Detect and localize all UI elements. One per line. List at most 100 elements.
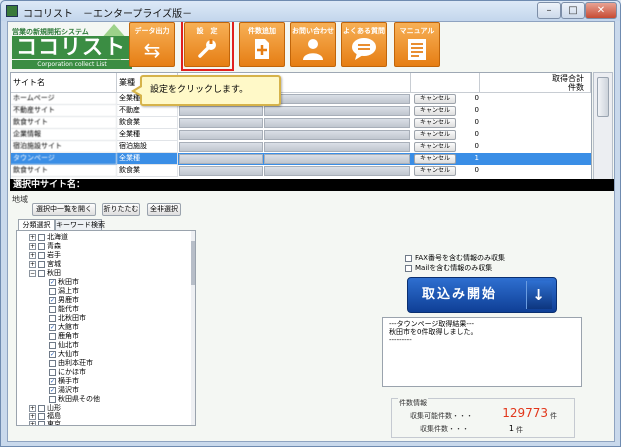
expand-icon[interactable]: + [29,404,36,412]
table-row[interactable]: 不動産サイト 不動産 キャンセル 0 [11,105,591,117]
tree-item[interactable]: ✓ 湯沢市 [49,386,79,395]
mail-only-checkbox[interactable]: Mailを含む情報のみ収集 [405,264,492,273]
checkbox[interactable] [49,305,56,313]
add-count-button[interactable]: 件数追加 [239,22,285,67]
tree-item[interactable]: + 東京 [29,420,61,425]
expand-icon[interactable]: + [29,233,36,241]
tree-item[interactable]: + 岩手 [29,251,61,260]
clear-all-button[interactable]: 全非選択 [147,203,181,216]
tree-item[interactable]: 北秋田市 [49,314,86,323]
checkbox[interactable] [38,260,45,268]
table-row[interactable]: 飲食サイト 飲食業 キャンセル 0 [11,165,591,177]
checkbox[interactable] [38,420,45,425]
cancel-button[interactable]: キャンセル [414,142,456,152]
table-row[interactable]: ホームページ 全業種 キャンセル 0 [11,93,591,105]
checkbox[interactable] [38,251,45,259]
selected-site-bar: 選択中サイト名： [10,179,614,191]
tab-category[interactable]: 分類選択 [18,219,55,230]
minimize-button[interactable]: – [537,2,561,19]
cancel-button[interactable]: キャンセル [414,106,456,116]
start-import-button[interactable]: 取込み開始 ↓ [407,277,557,313]
expand-icon[interactable]: + [29,412,36,420]
column-header-cancel[interactable] [411,73,480,93]
tree-item[interactable]: ✓ 大館市 [49,323,79,332]
progress-bar [264,106,410,116]
progress-bar [179,166,263,176]
close-button[interactable]: ✕ [585,2,617,19]
checkbox[interactable] [38,412,45,420]
tree-scrollbar[interactable] [191,231,195,425]
checkbox[interactable]: ✓ [49,278,56,286]
tree-item[interactable]: ✓ 秋田市 [49,278,79,287]
collapse-icon[interactable]: − [29,269,36,277]
tree-item[interactable]: ✓ 男鹿市 [49,296,79,305]
tree-item[interactable]: 由利本荘市 [49,359,93,368]
cancel-button[interactable]: キャンセル [414,154,456,164]
column-header-site[interactable]: サイト名 [11,73,117,93]
checkbox[interactable] [38,242,45,250]
checkbox[interactable] [38,233,45,241]
tree-item[interactable]: 秋田県その他 [49,395,100,404]
checkbox[interactable] [49,314,56,322]
expand-icon[interactable]: + [29,420,36,425]
checkbox[interactable]: ✓ [49,296,56,304]
progress-bar [264,154,410,164]
table-row-selected[interactable]: タウンページ 全業種 キャンセル 1 [11,153,591,165]
checkbox[interactable] [49,359,56,367]
tree-item[interactable]: 仙北市 [49,341,79,350]
settings-highlight [181,22,234,71]
tree-item[interactable]: + 青森 [29,242,61,251]
cancel-button[interactable]: キャンセル [414,166,456,176]
cancel-button[interactable]: キャンセル [414,118,456,128]
column-header-total[interactable]: 取得合計 件数 [480,73,591,93]
checkbox[interactable] [49,341,56,349]
grid-scrollbar[interactable] [593,72,613,180]
expand-icon[interactable]: + [29,242,36,250]
checkbox[interactable]: ✓ [49,386,56,394]
open-selection-button[interactable]: 選択中一覧を開く [32,203,96,216]
tree-item[interactable]: ✓ 横手市 [49,377,79,386]
checkbox[interactable] [38,269,45,277]
down-arrow-icon: ↓ [526,281,552,309]
table-row[interactable]: 飲食サイト 飲食業 キャンセル 0 [11,117,591,129]
tree-item[interactable]: + 宮城 [29,260,61,269]
table-row[interactable]: 企業情報 全業種 キャンセル 0 [11,129,591,141]
checkbox[interactable] [49,332,56,340]
scroll-thumb[interactable] [191,241,195,285]
tree-item[interactable]: 能代市 [49,305,79,314]
collapse-button[interactable]: 折りたたむ [102,203,140,216]
cancel-button[interactable]: キャンセル [414,130,456,140]
tree-item[interactable]: にかほ市 [49,368,86,377]
checkbox[interactable]: ✓ [49,350,56,358]
maximize-button[interactable]: □ [561,2,585,19]
tree-item[interactable]: 鹿角市 [49,332,79,341]
fax-only-checkbox[interactable]: FAX番号を含む情報のみ収集 [405,254,505,263]
people-icon [291,37,335,67]
data-output-button[interactable]: データ出力 ⇆ [129,22,175,67]
progress-bar [264,94,410,104]
checkbox[interactable] [49,368,56,376]
checkbox[interactable] [38,404,45,412]
checkbox[interactable] [49,395,56,403]
tree-item[interactable]: 潟上市 [49,287,79,296]
collected-label: 収集件数・・・ [420,425,469,433]
contact-button[interactable]: お問い合わせ [290,22,336,67]
table-row[interactable]: 宿泊施設サイト 宿泊施設 キャンセル 0 [11,141,591,153]
tree-item[interactable]: − 秋田 [29,269,61,278]
checkbox[interactable]: ✓ [49,377,56,385]
expand-icon[interactable]: + [29,251,36,259]
expand-icon[interactable]: + [29,260,36,268]
tab-keyword[interactable]: キーワード検索 [55,219,105,230]
faq-button[interactable]: よくある質問 [341,22,387,67]
checkbox[interactable]: ✓ [49,323,56,331]
tree-item[interactable]: + 北海道 [29,233,68,242]
manual-button[interactable]: マニュアル [394,22,440,67]
site-grid: サイト名 業種 状況 取得合計 件数 ホームページ 全業種 キャンセル 0 不動… [10,72,592,180]
checkbox[interactable] [49,287,56,295]
progress-bar [264,166,410,176]
log-textbox[interactable]: ---タウンページ取得結果--- 秋田市を0件取得しました。 --------- [382,317,582,387]
cancel-button[interactable]: キャンセル [414,94,456,104]
scroll-thumb[interactable] [597,77,609,117]
tree-item[interactable]: ✓ 大仙市 [49,350,79,359]
app-icon [6,5,18,17]
